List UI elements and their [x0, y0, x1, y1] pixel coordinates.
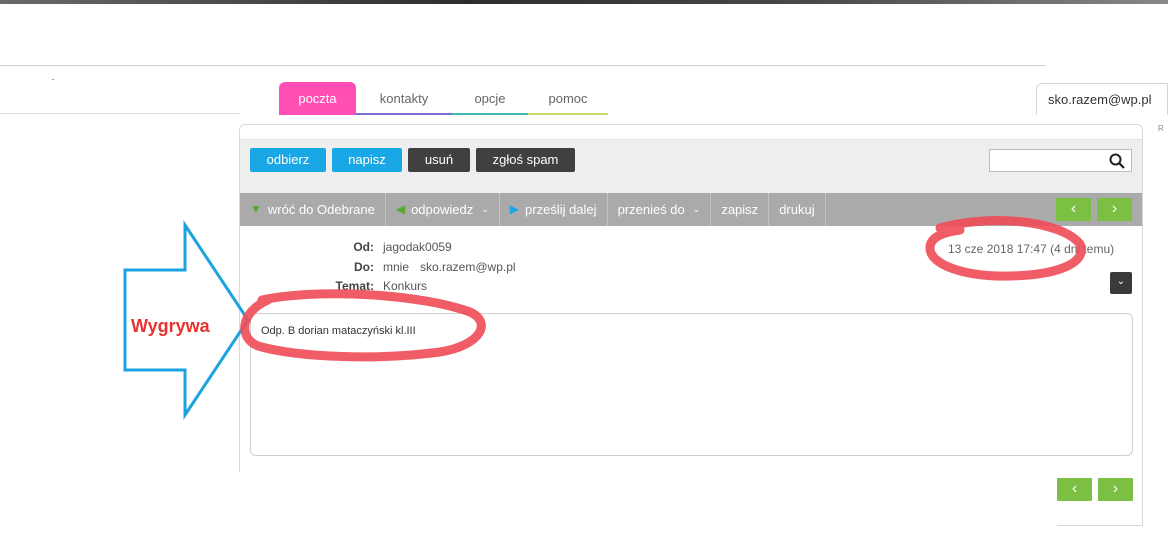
- compose-button[interactable]: napisz: [332, 148, 402, 172]
- message-action-bar: ▼ wróć do Odebrane ◀ odpowiedz ⌄ ▶ prześ…: [240, 193, 1142, 226]
- subject-label: Temat:: [335, 279, 374, 293]
- to-label: Do:: [354, 260, 374, 274]
- save-label: zapisz: [721, 202, 759, 217]
- mail-toolbar: odbierz napisz usuń zgłoś spam: [240, 139, 1142, 193]
- previous-message-button[interactable]: ‹: [1056, 198, 1091, 221]
- from-label: Od:: [353, 240, 374, 254]
- move-to-button[interactable]: przenieś do ⌄: [608, 193, 712, 226]
- reply-label: odpowiedz: [411, 202, 474, 217]
- to-email[interactable]: sko.razem@wp.pl: [420, 260, 516, 274]
- arrow-down-icon: ▼: [250, 202, 262, 216]
- edge-marker: R: [1158, 124, 1164, 133]
- receive-button[interactable]: odbierz: [250, 148, 326, 172]
- next-message-button[interactable]: ›: [1097, 198, 1132, 221]
- header-dot: [52, 79, 54, 80]
- print-button[interactable]: drukuj: [769, 193, 826, 226]
- back-to-inbox-button[interactable]: ▼ wróć do Odebrane: [240, 193, 386, 226]
- search-icon[interactable]: [1109, 153, 1125, 169]
- message-body: Odp. B dorian mataczyński kl.III: [250, 313, 1133, 456]
- print-label: drukuj: [779, 202, 815, 217]
- tab-opcje[interactable]: opcje: [452, 82, 528, 115]
- account-email[interactable]: sko.razem@wp.pl: [1036, 83, 1168, 115]
- tab-kontakty[interactable]: kontakty: [356, 82, 452, 115]
- main-tabs: poczta kontakty opcje pomoc: [279, 82, 608, 115]
- bottom-navigation: ‹ ›: [1057, 472, 1143, 526]
- expand-headers-button[interactable]: ⌄: [1110, 272, 1132, 294]
- mail-panel: odbierz napisz usuń zgłoś spam ▼ wróć do…: [239, 124, 1143, 472]
- header-divider: [0, 65, 1046, 66]
- header-divider-left: [0, 113, 240, 114]
- from-value[interactable]: jagodak0059: [383, 240, 452, 254]
- subject-value: Konkurs: [383, 279, 428, 293]
- chevron-down-icon[interactable]: ⌄: [693, 193, 701, 226]
- move-label: przenieś do: [617, 202, 685, 217]
- tab-poczta[interactable]: poczta: [279, 82, 356, 115]
- annotation-label: Wygrywa: [131, 316, 210, 336]
- arrow-left-icon: ◀: [395, 202, 406, 216]
- next-message-button-bottom[interactable]: ›: [1098, 478, 1133, 501]
- back-label: wróć do Odebrane: [267, 202, 375, 217]
- reply-button[interactable]: ◀ odpowiedz ⌄: [386, 193, 500, 226]
- to-name[interactable]: mnie: [383, 260, 409, 274]
- message-body-text: Odp. B dorian mataczyński kl.III: [261, 325, 416, 337]
- forward-label: prześlij dalej: [525, 202, 597, 217]
- report-spam-button[interactable]: zgłoś spam: [476, 148, 575, 172]
- save-button[interactable]: zapisz: [711, 193, 770, 226]
- forward-button[interactable]: ▶ prześlij dalej: [500, 193, 608, 226]
- arrow-right-icon: ▶: [509, 202, 520, 216]
- chevron-down-icon[interactable]: ⌄: [481, 193, 489, 226]
- tab-pomoc[interactable]: pomoc: [528, 82, 608, 115]
- message-date: 13 cze 2018 17:47 (4 dni temu): [948, 242, 1115, 256]
- previous-message-button-bottom[interactable]: ‹: [1057, 478, 1092, 501]
- browser-top-strip: [0, 0, 1168, 4]
- search-input[interactable]: [989, 149, 1132, 172]
- delete-button[interactable]: usuń: [408, 148, 470, 172]
